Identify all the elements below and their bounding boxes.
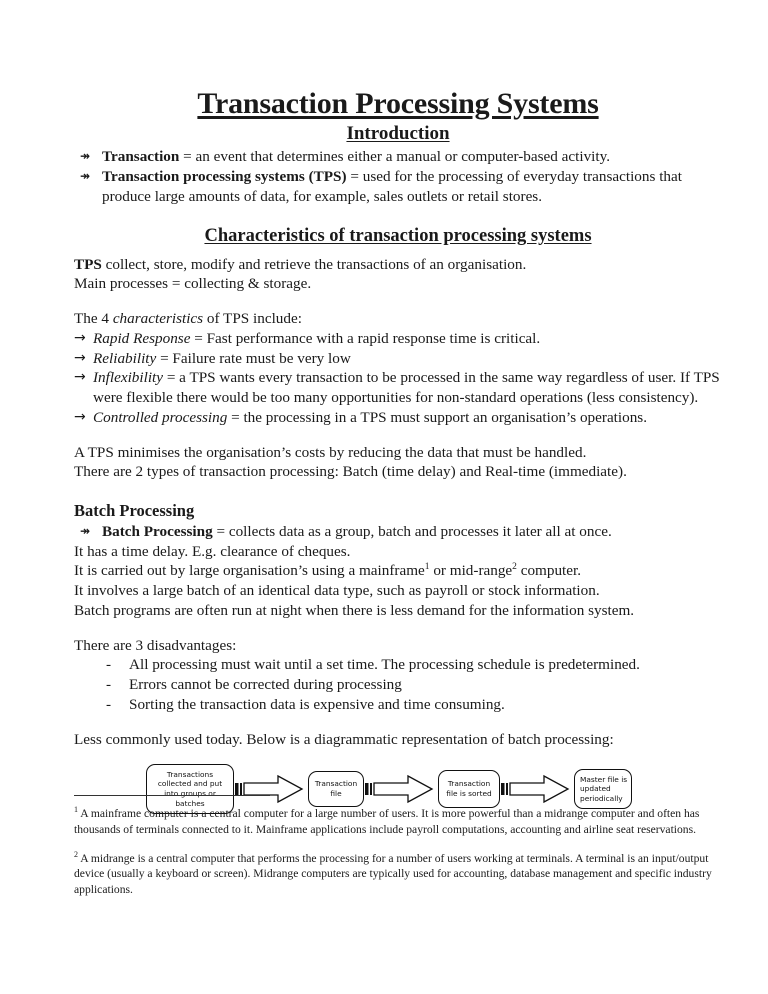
- introduction-heading: Introduction: [74, 123, 722, 145]
- characteristics-closing-2: There are 2 types of transaction process…: [74, 463, 627, 481]
- intro-bullet-2-term: Transaction processing systems (TPS): [102, 167, 347, 185]
- list-item: → Rapid Response = Fast performance with…: [74, 329, 722, 349]
- right-arrow-icon: →: [74, 349, 86, 366]
- introduction-heading-text: Introduction: [346, 123, 450, 145]
- footnote-2-text: A midrange is a central computer that pe…: [74, 851, 712, 897]
- wingding-arrow-icon: ↠: [80, 523, 90, 538]
- characteristic-3: Inflexibility = a TPS wants every transa…: [93, 368, 722, 408]
- list-item: ↠ Transaction = an event that determines…: [74, 147, 722, 167]
- characteristic-4-text: = the processing in a TPS must support a…: [227, 408, 648, 426]
- characteristic-4: Controlled processing = the processing i…: [93, 408, 722, 428]
- characteristic-2: Reliability = Failure rate must be very …: [93, 349, 722, 369]
- right-arrow-icon: →: [74, 408, 86, 425]
- batch-line-carried-out: It is carried out by large organisation’…: [74, 561, 722, 581]
- right-arrow-icon: →: [74, 369, 86, 386]
- batch-carried-post: computer.: [516, 562, 582, 580]
- footnotes-section: 1 A mainframe computer is a central comp…: [74, 795, 722, 911]
- characteristic-1: Rapid Response = Fast performance with a…: [93, 329, 722, 349]
- characteristic-4-name: Controlled processing: [93, 408, 228, 426]
- characteristics-intro: The 4 characteristics of TPS include:: [74, 309, 722, 329]
- page-title-text: Transaction Processing Systems: [197, 87, 599, 120]
- intro-bullet-1-definition: = an event that determines either a manu…: [179, 148, 611, 166]
- list-item: ↠ Batch Processing = collects data as a …: [74, 522, 722, 542]
- batch-bullet: Batch Processing = collects data as a gr…: [102, 522, 722, 542]
- right-arrow-icon: →: [74, 329, 86, 346]
- characteristics-closing-1: A TPS minimises the organisation’s costs…: [74, 443, 587, 461]
- list-item: ↠ Transaction processing systems (TPS) =…: [74, 167, 722, 207]
- footnote-2: 2 A midrange is a central computer that …: [74, 850, 722, 898]
- characteristics-intro-pre: The 4: [74, 310, 113, 328]
- characteristic-3-name: Inflexibility: [93, 369, 164, 387]
- characteristic-2-name: Reliability: [93, 349, 157, 367]
- footnote-1-text: A mainframe computer is a central comput…: [74, 807, 700, 836]
- list-item: - Errors cannot be corrected during proc…: [74, 675, 722, 695]
- characteristic-1-name: Rapid Response: [93, 329, 191, 347]
- disadvantage-2: Errors cannot be corrected during proces…: [129, 676, 402, 694]
- list-item: → Inflexibility = a TPS wants every tran…: [74, 368, 722, 408]
- wingding-arrow-icon: ↠: [80, 149, 90, 164]
- characteristics-heading-text: Characteristics of transaction processin…: [204, 226, 592, 247]
- intro-bullet-1: Transaction = an event that determines e…: [102, 147, 722, 167]
- characteristics-heading: Characteristics of transaction processin…: [74, 225, 722, 247]
- characteristics-lead-rest: collect, store, modify and retrieve the …: [101, 255, 527, 273]
- batch-carried-mid: or mid-range: [429, 562, 513, 580]
- document-page: Transaction Processing Systems Introduct…: [0, 0, 768, 994]
- list-item: - All processing must wait until a set t…: [74, 655, 722, 675]
- dash-bullet-icon: -: [106, 676, 112, 694]
- dash-bullet-icon: -: [106, 696, 112, 714]
- characteristics-intro-italic: characteristics: [112, 310, 204, 328]
- diagram-intro-text: Less commonly used today. Below is a dia…: [74, 731, 614, 749]
- batch-processing-heading: Batch Processing: [74, 501, 195, 521]
- disadvantage-3: Sorting the transaction data is expensiv…: [129, 696, 505, 714]
- batch-bullet-term: Batch Processing: [102, 522, 213, 540]
- document-body: Transaction Processing Systems Introduct…: [74, 87, 722, 815]
- wingding-arrow-icon: ↠: [80, 168, 90, 183]
- list-item: - Sorting the transaction data is expens…: [74, 695, 722, 715]
- batch-line-time-delay: It has a time delay. E.g. clearance of c…: [74, 542, 351, 560]
- footnote-separator: [74, 795, 270, 796]
- intro-bullet-2: Transaction processing systems (TPS) = u…: [102, 167, 722, 207]
- disadvantages-heading: There are 3 disadvantages:: [74, 636, 237, 654]
- footnote-1: 1 A mainframe computer is a central comp…: [74, 806, 722, 838]
- list-item: → Reliability = Failure rate must be ver…: [74, 349, 722, 369]
- batch-bullet-definition: = collects data as a group, batch and pr…: [212, 522, 612, 540]
- batch-carried-pre: It is carried out by large organisation’…: [74, 562, 425, 580]
- page-title: Transaction Processing Systems: [74, 87, 722, 120]
- characteristic-1-text: = Fast performance with a rapid response…: [190, 329, 541, 347]
- characteristic-3-text: = a TPS wants every transaction to be pr…: [93, 369, 720, 407]
- batch-line-involves: It involves a large batch of an identica…: [74, 582, 600, 600]
- characteristic-2-text: = Failure rate must be very low: [156, 349, 351, 367]
- list-item: → Controlled processing = the processing…: [74, 408, 722, 428]
- characteristics-intro-post: of TPS include:: [203, 310, 302, 328]
- characteristics-lead: TPS collect, store, modify and retrieve …: [74, 255, 722, 275]
- disadvantage-1: All processing must wait until a set tim…: [129, 656, 640, 674]
- characteristics-main-processes: Main processes = collecting & storage.: [74, 275, 312, 293]
- batch-line-night: Batch programs are often run at night wh…: [74, 601, 635, 619]
- intro-bullet-1-term: Transaction: [102, 148, 180, 166]
- characteristics-lead-bold: TPS: [74, 255, 102, 273]
- dash-bullet-icon: -: [106, 656, 112, 674]
